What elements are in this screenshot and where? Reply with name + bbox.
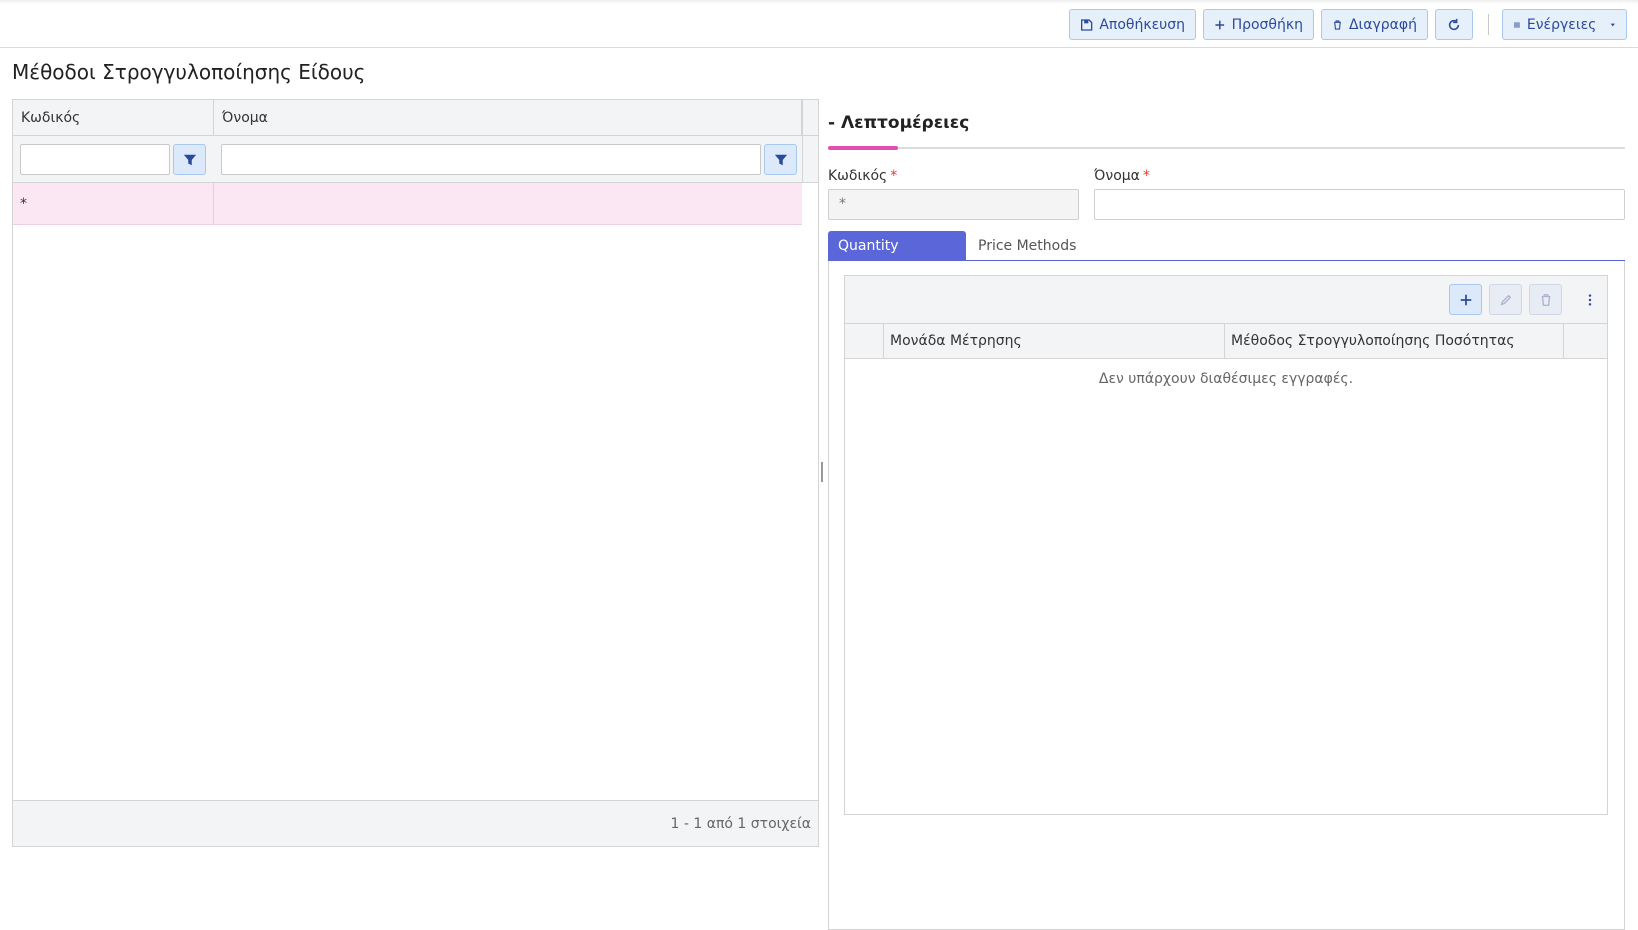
column-header-unit[interactable]: Μονάδα Μέτρησης xyxy=(883,324,1224,359)
save-button[interactable]: Αποθήκευση xyxy=(1069,9,1196,40)
details-title: - Λεπτομέρειες xyxy=(828,113,970,133)
save-icon xyxy=(1080,18,1093,31)
details-panel: - Λεπτομέρειες Κωδικός * * Όνομα * Quantit… xyxy=(828,99,1625,930)
more-vertical-icon xyxy=(1588,293,1592,306)
refresh-button[interactable] xyxy=(1435,9,1473,40)
column-header-code[interactable]: Κωδικός xyxy=(13,100,214,136)
pencil-icon xyxy=(1500,294,1511,305)
delete-row-button[interactable] xyxy=(1529,284,1562,315)
details-accent-bar xyxy=(828,146,898,150)
save-label: Αποθήκευση xyxy=(1099,16,1185,33)
filter-icon xyxy=(183,154,196,165)
table-row[interactable]: * xyxy=(13,183,802,225)
required-mark: * xyxy=(1142,168,1150,184)
add-label: Προσθήκη xyxy=(1231,16,1303,33)
name-filter-input[interactable] xyxy=(221,144,761,175)
trash-icon xyxy=(1541,293,1550,306)
name-field-label: Όνομα * xyxy=(1094,168,1150,184)
cell-code: * xyxy=(13,183,214,225)
quantity-methods-grid: Μονάδα Μέτρησης Μέθοδος Στρογγυλοποίησης… xyxy=(844,275,1608,815)
grid-filter-row xyxy=(13,136,818,183)
trash-icon xyxy=(1334,19,1341,30)
tab-price-methods[interactable]: Price Methods xyxy=(968,231,1086,261)
empty-grid-message: Δεν υπάρχουν διαθέσιμες εγγραφές. xyxy=(1098,371,1354,387)
name-filter-button[interactable] xyxy=(764,144,797,175)
delete-button[interactable]: Διαγραφή xyxy=(1321,9,1428,40)
code-filter-input[interactable] xyxy=(20,144,170,175)
top-toolbar: Αποθήκευση Προσθήκη Διαγραφή Ενέργειες xyxy=(0,0,1638,48)
sub-grid-toolbar xyxy=(845,276,1607,324)
refresh-icon xyxy=(1448,18,1460,30)
required-mark: * xyxy=(890,168,898,184)
cell-name xyxy=(214,183,802,225)
edit-row-button[interactable] xyxy=(1489,284,1522,315)
code-field-label: Κωδικός * xyxy=(828,168,897,184)
plus-icon xyxy=(1460,294,1471,305)
details-tabs: Quantity Methods Price Methods xyxy=(828,231,1625,284)
details-divider xyxy=(828,147,1625,149)
page-title: Μέθοδοι Στρογγυλοποίησης Είδους xyxy=(12,60,366,84)
grid-pager: 1 - 1 από 1 στοιχεία xyxy=(13,800,818,846)
caret-down-icon xyxy=(1611,23,1616,26)
add-button[interactable]: Προσθήκη xyxy=(1203,9,1314,40)
main-grid: Κωδικός Όνομα * 1 - 1 από 1 στοιχεία xyxy=(12,99,819,847)
toolbar-separator xyxy=(1488,14,1489,35)
tab-quantity-methods[interactable]: Quantity Methods xyxy=(828,231,966,284)
name-field[interactable] xyxy=(1094,189,1625,220)
code-filter-button[interactable] xyxy=(173,144,206,175)
plus-icon xyxy=(1215,20,1225,29)
actions-label: Ενέργειες xyxy=(1526,16,1597,33)
filter-icon xyxy=(774,154,787,165)
grid-header: Κωδικός Όνομα xyxy=(13,100,818,136)
quantity-methods-panel: Μονάδα Μέτρησης Μέθοδος Στρογγυλοποίησης… xyxy=(828,261,1625,930)
name-label-text: Όνομα xyxy=(1094,168,1140,184)
code-label-text: Κωδικός xyxy=(828,168,888,184)
add-row-button[interactable] xyxy=(1449,284,1482,315)
pager-info: 1 - 1 από 1 στοιχεία xyxy=(670,816,811,832)
menu-icon xyxy=(1513,22,1520,27)
more-options-button[interactable] xyxy=(1580,284,1600,315)
sub-grid-header: Μονάδα Μέτρησης Μέθοδος Στρογγυλοποίησης… xyxy=(845,324,1607,359)
grid-scrollbar-divider xyxy=(802,100,803,183)
column-header-name[interactable]: Όνομα xyxy=(214,100,802,136)
delete-label: Διαγραφή xyxy=(1348,16,1417,33)
splitter-handle[interactable] xyxy=(821,462,823,482)
column-header-rounding-method[interactable]: Μέθοδος Στρογγυλοποίησης Ποσότητας xyxy=(1224,324,1564,359)
actions-menu-button[interactable]: Ενέργειες xyxy=(1502,9,1627,40)
code-field[interactable]: * xyxy=(828,189,1079,220)
